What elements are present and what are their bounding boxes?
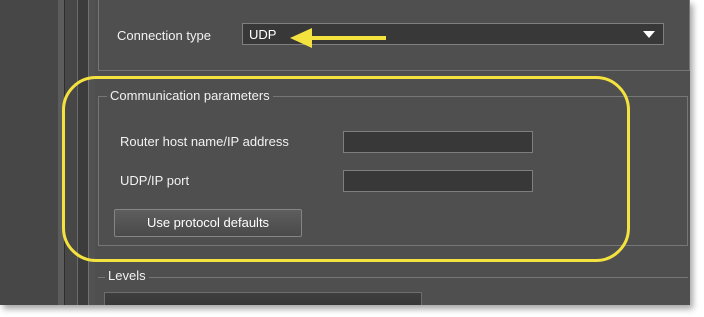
connection-type-label: Connection type xyxy=(117,28,211,43)
connection-panel: Connection type UDP xyxy=(98,0,690,71)
levels-legend: Levels xyxy=(105,268,149,283)
connection-type-select[interactable]: UDP xyxy=(242,23,664,45)
chevron-down-icon[interactable] xyxy=(643,31,655,38)
udp-port-input[interactable] xyxy=(343,170,533,192)
left-panel-strip xyxy=(0,0,58,305)
panel-edge xyxy=(88,0,95,305)
communication-parameters-legend: Communication parameters xyxy=(107,88,273,103)
connection-type-value: UDP xyxy=(249,27,277,42)
settings-window: Connection type UDP Communication parame… xyxy=(0,0,690,305)
router-host-input[interactable] xyxy=(343,131,533,153)
panel-divider xyxy=(58,0,65,305)
splitter-handle[interactable] xyxy=(65,0,78,305)
levels-list[interactable] xyxy=(104,292,422,305)
udp-port-label: UDP/IP port xyxy=(120,173,190,188)
router-host-label: Router host name/IP address xyxy=(120,134,289,149)
splitter-gap xyxy=(78,0,88,305)
use-protocol-defaults-button[interactable]: Use protocol defaults xyxy=(114,209,302,237)
